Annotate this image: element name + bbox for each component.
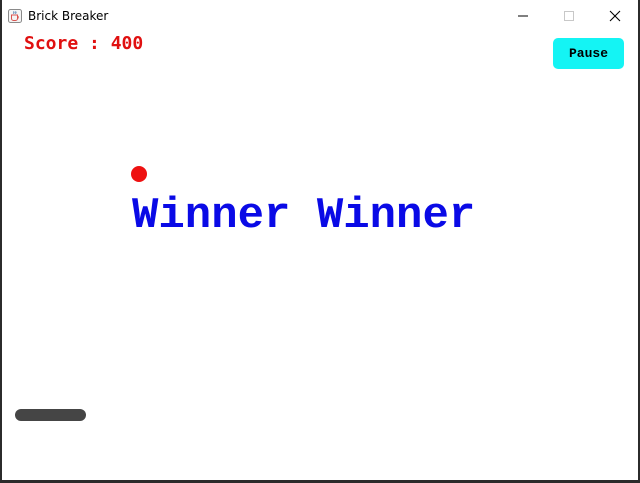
- pause-button[interactable]: Pause: [553, 38, 624, 69]
- maximize-icon: [564, 11, 574, 21]
- close-icon: [609, 10, 621, 22]
- java-cup-icon: [8, 8, 22, 23]
- score-display: Score : 400: [24, 33, 144, 54]
- winner-message: Winner Winner: [132, 191, 476, 241]
- game-window: Brick Breaker Score : 400 Pause Winner W…: [0, 0, 640, 483]
- close-button[interactable]: [592, 0, 638, 32]
- maximize-button[interactable]: [546, 0, 592, 32]
- minimize-button[interactable]: [500, 0, 546, 32]
- paddle[interactable]: [15, 409, 86, 421]
- ball: [131, 166, 147, 182]
- minimize-icon: [518, 15, 528, 17]
- title-bar[interactable]: Brick Breaker: [2, 0, 638, 32]
- window-title: Brick Breaker: [28, 9, 109, 23]
